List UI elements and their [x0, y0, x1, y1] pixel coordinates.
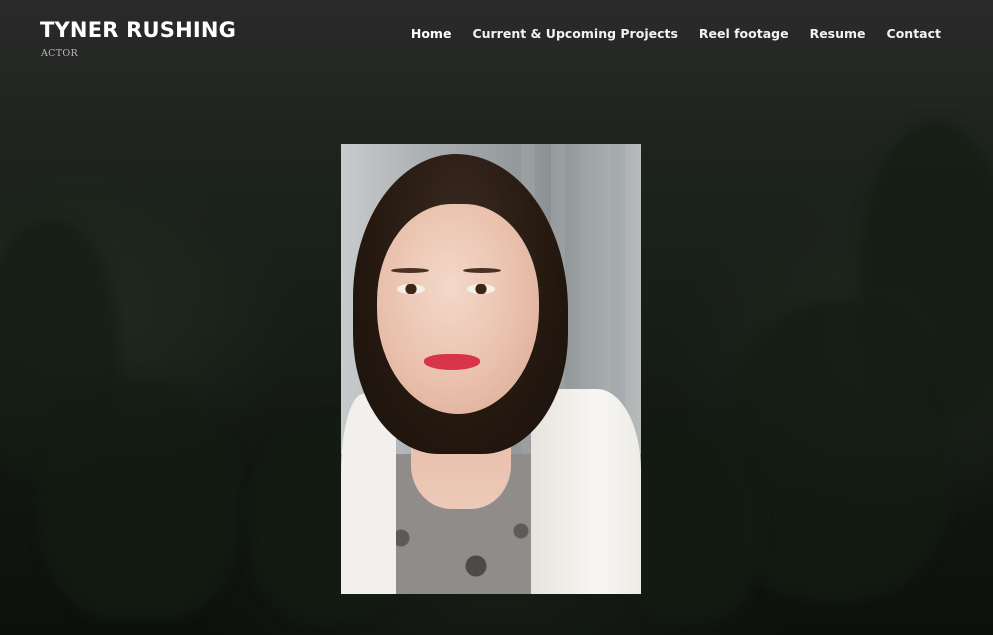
nav-home[interactable]: Home [411, 26, 452, 41]
photo-lips [424, 354, 480, 370]
photo-right-brow [463, 268, 501, 273]
nav-reel-footage[interactable]: Reel footage [699, 26, 789, 41]
site-tagline: ACTOR [41, 48, 78, 59]
photo-left-eye [397, 284, 425, 294]
background-tree [620, 420, 760, 620]
photo-left-brow [391, 268, 429, 273]
site-header: TYNER RUSHING ACTOR Home Current & Upcom… [0, 0, 993, 80]
main-nav: Home Current & Upcoming Projects Reel fo… [411, 26, 941, 41]
photo-blazer-right [531, 389, 641, 594]
nav-resume[interactable]: Resume [810, 26, 866, 41]
nav-contact[interactable]: Contact [887, 26, 941, 41]
nav-current-upcoming-projects[interactable]: Current & Upcoming Projects [472, 26, 677, 41]
background-tree [40, 380, 240, 620]
site-title[interactable]: TYNER RUSHING [40, 18, 236, 42]
headshot-photo [341, 144, 641, 594]
photo-face [377, 204, 539, 414]
photo-right-eye [467, 284, 495, 294]
